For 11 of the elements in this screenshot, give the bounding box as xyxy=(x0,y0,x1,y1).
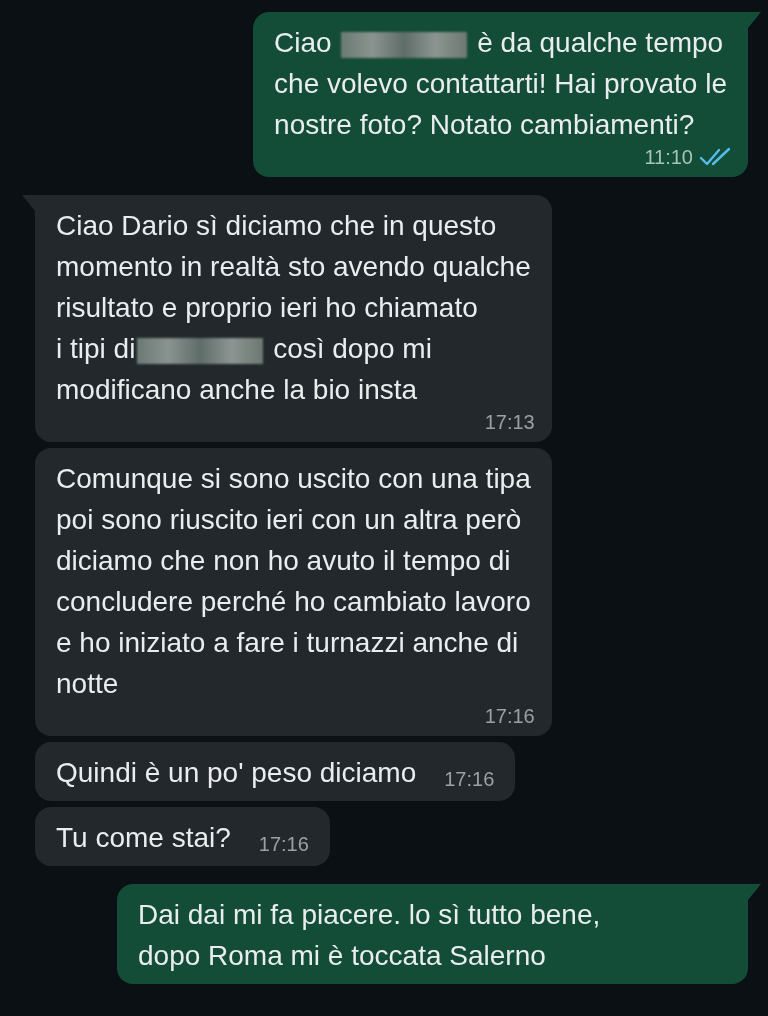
message-text: Dai dai mi fa piacere. lo sì tutto bene, dopo Roma mi è toccata Salerno xyxy=(138,898,602,973)
message-text: Comunque si sono uscito con una tipa poi sono riuscito ieri con un altra però diciamo che non ho avuto il tempo di concludere perché ho cambiato lavoro e ho iniziato a fare i turnazzi anche di notte xyxy=(56,462,531,701)
message-time: 17:16 xyxy=(484,704,535,728)
message-time: 17:16 xyxy=(258,832,309,856)
message-text: Ciao Dario sì diciamo che in questo momento in realtà sto avendo qualche risultato e proprio ieri ho chiamato i tipi di così dopo mi modificano anche la bio insta xyxy=(56,209,531,407)
message-time: 17:13 xyxy=(484,410,535,434)
message-time: 11:10 xyxy=(644,145,693,169)
message-text: Ciao è da qualche tempo che volevo contattarti! Hai provato le nostre foto? Notato cambiamenti? xyxy=(274,26,727,142)
message-text: Tu come stai? xyxy=(56,821,231,855)
message-time: 17:16 xyxy=(444,767,495,791)
message-text: Quindi è un po' peso diciamo xyxy=(56,756,417,790)
